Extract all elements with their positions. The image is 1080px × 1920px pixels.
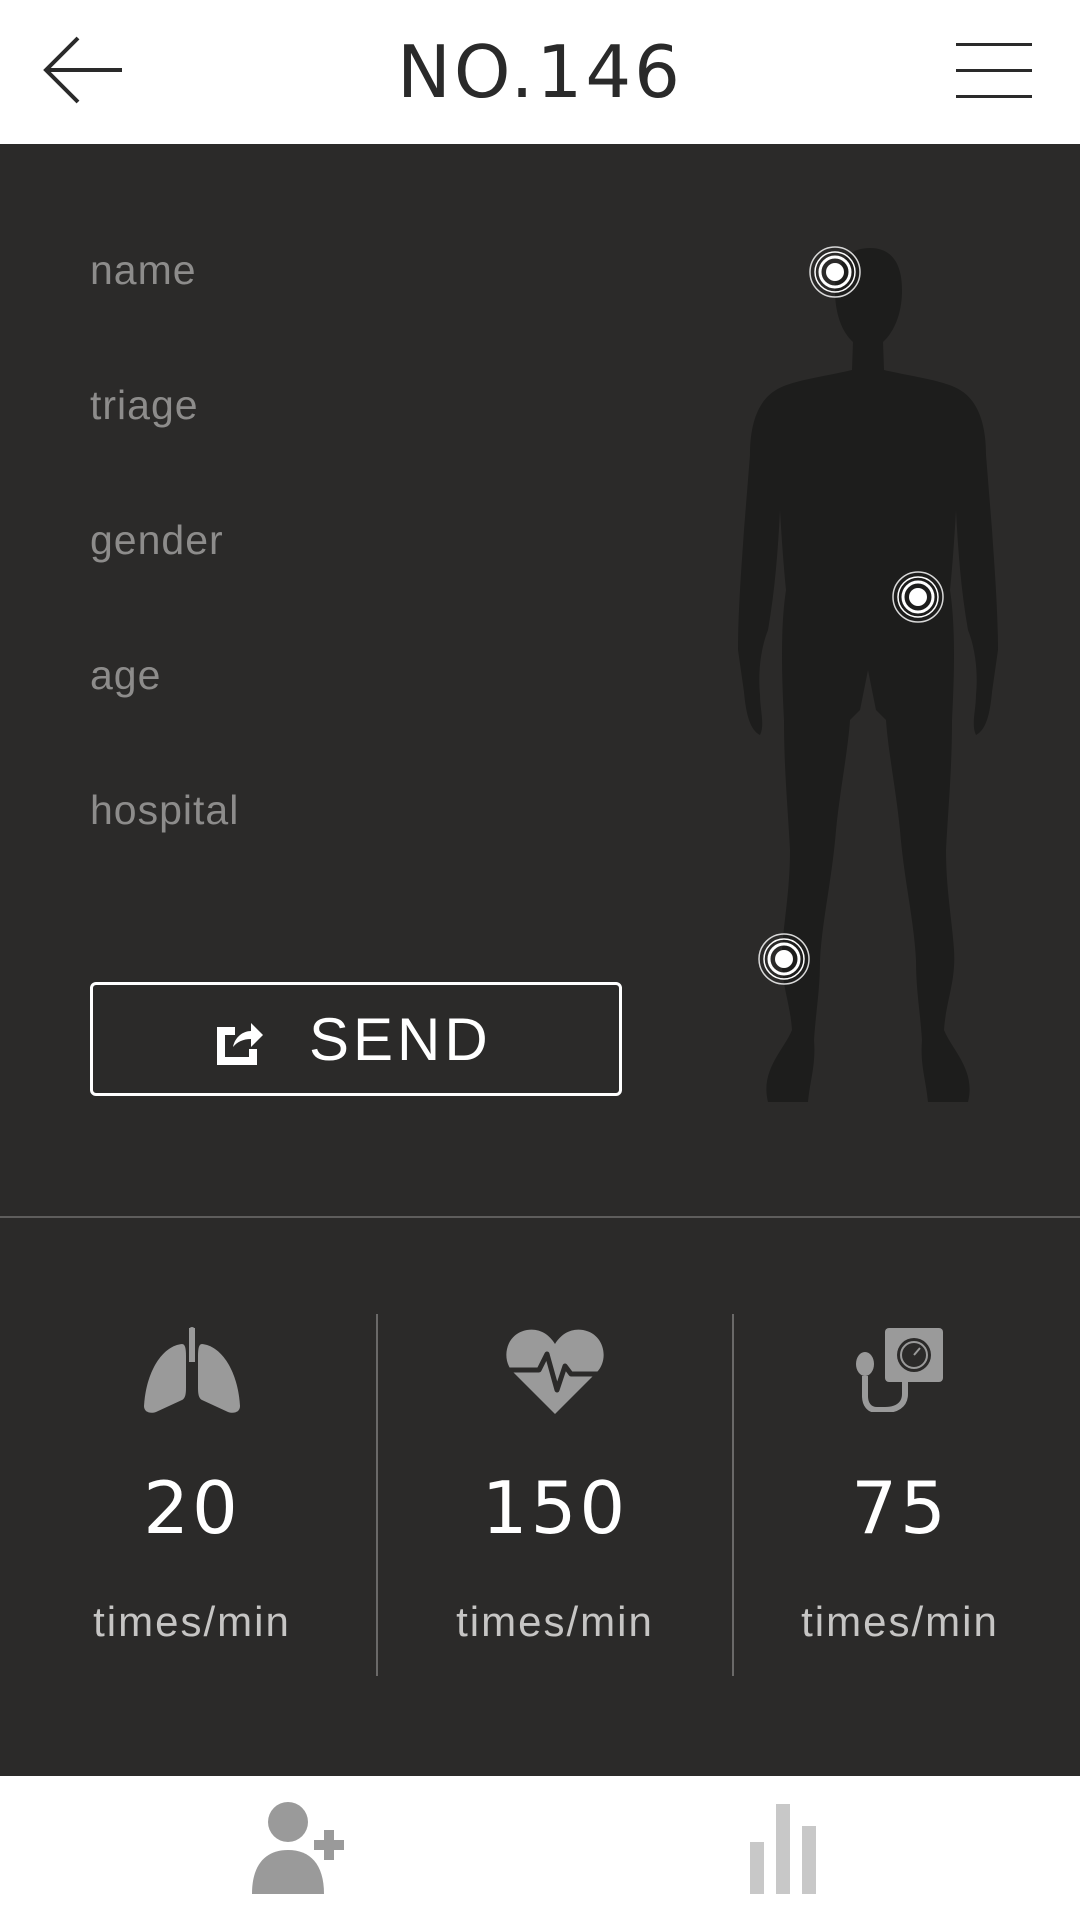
page-title: NO.146 [397, 30, 683, 114]
lungs-icon [144, 1327, 240, 1413]
blood-pressure-value: 75 [851, 1466, 949, 1550]
target-marker-icon [892, 571, 944, 623]
share-icon [217, 1023, 263, 1065]
statistics-tab[interactable] [748, 1800, 820, 1901]
menu-button[interactable] [956, 40, 1032, 102]
section-divider [0, 1216, 1080, 1218]
target-marker-icon [758, 933, 810, 985]
name-field[interactable]: name [90, 247, 197, 294]
top-app-bar: NO.146 [0, 0, 1080, 144]
age-field[interactable]: age [90, 652, 161, 699]
arrow-left-icon [43, 36, 122, 104]
blood-pressure-vital: 75 times/min [720, 1300, 1080, 1680]
heart-rate-vital: 150 times/min [375, 1300, 735, 1680]
hospital-field[interactable]: hospital [90, 787, 239, 834]
hamburger-menu-icon [956, 43, 1032, 98]
hip-marker[interactable] [890, 569, 946, 625]
heart-rate-unit: times/min [456, 1598, 654, 1645]
send-button[interactable]: SEND [90, 982, 622, 1096]
respiration-value: 20 [143, 1466, 241, 1550]
blood-pressure-icon [856, 1328, 943, 1412]
blood-pressure-unit: times/min [801, 1598, 999, 1645]
send-button-label: SEND [309, 1006, 492, 1073]
respiration-unit: times/min [93, 1598, 291, 1645]
add-patient-tab[interactable] [252, 1800, 352, 1901]
back-button[interactable] [40, 32, 130, 108]
respiration-vital: 20 times/min [12, 1300, 372, 1680]
target-marker-icon [809, 246, 861, 298]
gender-field[interactable]: gender [90, 517, 224, 564]
triage-field[interactable]: triage [90, 382, 199, 429]
heart-rate-value: 150 [481, 1466, 629, 1550]
heart-rate-icon [506, 1329, 604, 1414]
head-marker[interactable] [807, 244, 863, 300]
add-user-icon [252, 1802, 344, 1894]
bottom-tab-bar [0, 1776, 1080, 1920]
bar-chart-icon [750, 1804, 816, 1894]
leg-marker[interactable] [756, 931, 812, 987]
